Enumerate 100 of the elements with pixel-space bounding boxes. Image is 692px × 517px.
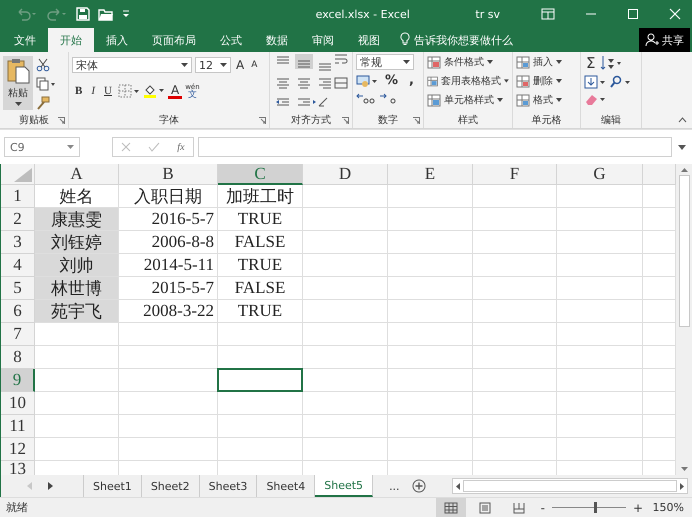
column-header[interactable]: A [35,164,119,185]
ribbon-tab[interactable]: 页面布局 [140,28,208,52]
ribbon-tab[interactable]: 审阅 [300,28,346,52]
column-header[interactable]: E [388,164,473,185]
expand-formula-icon[interactable] [678,144,686,150]
number-format-field[interactable]: 常规 [356,54,414,70]
maximize-icon[interactable] [627,8,639,20]
zoom-in-button[interactable]: + [630,500,646,514]
row-header[interactable]: 3 [1,231,35,254]
percent-button[interactable]: % [381,73,402,88]
border-icon[interactable] [118,84,140,98]
sheet-tab[interactable]: Sheet5 [315,475,374,497]
font-size-field[interactable]: 12 [195,57,231,73]
tell-me-search[interactable]: 告诉我你想要做什么 [414,32,639,48]
save-icon[interactable] [76,7,90,21]
autosum-button[interactable]: Σ [584,54,598,72]
ribbon-tab[interactable]: 公式 [208,28,254,52]
fill-color-icon[interactable] [142,83,165,99]
zoom-level[interactable]: 150% [650,501,684,514]
column-header[interactable]: C [218,164,303,185]
row-header[interactable]: 2 [1,208,35,231]
column-header[interactable]: F [473,164,557,185]
row-header[interactable]: 1 [1,185,35,208]
add-sheet-icon[interactable] [412,479,426,493]
font-color-button[interactable]: A [168,84,182,98]
format-button[interactable]: B [72,85,86,97]
caret-icon [487,60,493,64]
column-header[interactable]: B [119,164,218,185]
row-header[interactable]: 9 [1,369,35,392]
cells-button[interactable]: 删除 [516,73,577,89]
style-button[interactable]: 条件格式 [427,54,509,70]
cells-button[interactable]: 插入 [516,54,577,70]
scroll-up-icon[interactable] [680,168,688,172]
zoom-out-button[interactable]: - [538,500,548,514]
comma-button[interactable]: , [405,73,418,88]
increase-decimal-icon[interactable] [356,91,376,105]
lightbulb-icon [400,32,410,46]
ribbon-tab[interactable]: 开始 [48,28,94,52]
style-button[interactable]: 套用表格格式 [427,73,509,89]
font-name-field[interactable]: 宋体 [72,57,192,73]
scroll-right-icon[interactable] [680,482,684,490]
ribbon-tab[interactable]: 数据 [254,28,300,52]
format-button[interactable]: U [101,85,115,97]
folder-icon[interactable] [98,7,114,21]
clipboard-icon [6,58,30,84]
scissors-icon[interactable] [36,58,50,72]
scrollbar-thumb[interactable] [462,480,677,492]
ribbon-tab[interactable]: 视图 [346,28,392,52]
format-painter-icon[interactable] [36,96,50,110]
style-button[interactable]: 单元格样式 [427,92,509,108]
eraser-icon[interactable] [584,92,606,106]
insert-function-button[interactable]: fx [177,142,185,152]
close-icon[interactable] [669,8,681,20]
more-sheets-button[interactable]: ... [379,480,406,492]
row-header[interactable]: 6 [1,300,35,323]
copy-icon[interactable] [36,77,56,91]
formula-input[interactable] [198,137,672,157]
name-box[interactable]: C9 [4,137,80,157]
sort-filter-icon[interactable] [600,55,622,71]
row-header[interactable]: 7 [1,323,35,346]
dialog-launcher-icon[interactable] [58,117,65,124]
currency-icon[interactable] [356,74,378,88]
group-label: 对齐方式 [291,114,331,127]
scrollbar-thumb[interactable] [678,175,690,327]
scroll-left-icon[interactable] [456,482,460,490]
row-header[interactable]: 5 [1,277,35,300]
table-style-icon [427,94,441,106]
paste-button[interactable]: 粘贴 [3,56,33,110]
group-label: 单元格 [532,114,562,127]
cells-button[interactable]: 格式 [516,92,577,108]
fill-down-icon[interactable] [584,75,606,89]
row-header[interactable]: 11 [1,415,35,438]
collapse-ribbon-icon[interactable] [678,117,687,123]
ribbon-tab[interactable]: 文件 [2,28,48,52]
column-header[interactable]: D [303,164,388,185]
share-button[interactable]: 共享 [639,28,690,52]
dialog-launcher-icon[interactable] [342,117,349,124]
zoom-slider-thumb[interactable] [594,502,597,513]
vertical-scrollbar[interactable] [676,164,692,475]
search-icon[interactable] [609,75,631,89]
ribbon-display-icon[interactable] [541,8,555,20]
dialog-launcher-icon[interactable] [413,117,420,124]
caret-icon [403,60,410,64]
caret-icon [497,98,503,102]
row-header[interactable]: 10 [1,392,35,415]
customize-caret-icon[interactable] [122,9,130,19]
ribbon-tab[interactable]: 插入 [94,28,140,52]
grow-font-button[interactable]: A [234,58,246,72]
row-header[interactable]: 13 [1,461,35,475]
shrink-font-button[interactable]: A [249,60,260,70]
horizontal-scrollbar[interactable] [452,478,688,494]
scroll-down-icon[interactable] [680,467,688,471]
view-button[interactable] [436,498,466,517]
next-sheet-icon[interactable] [47,482,53,490]
row-header[interactable]: 4 [1,254,35,277]
row-header[interactable]: 8 [1,346,35,369]
format-button[interactable]: I [88,85,98,97]
column-header[interactable]: G [557,164,643,185]
row-header[interactable]: 12 [1,438,35,461]
dialog-launcher-icon[interactable] [259,117,266,124]
